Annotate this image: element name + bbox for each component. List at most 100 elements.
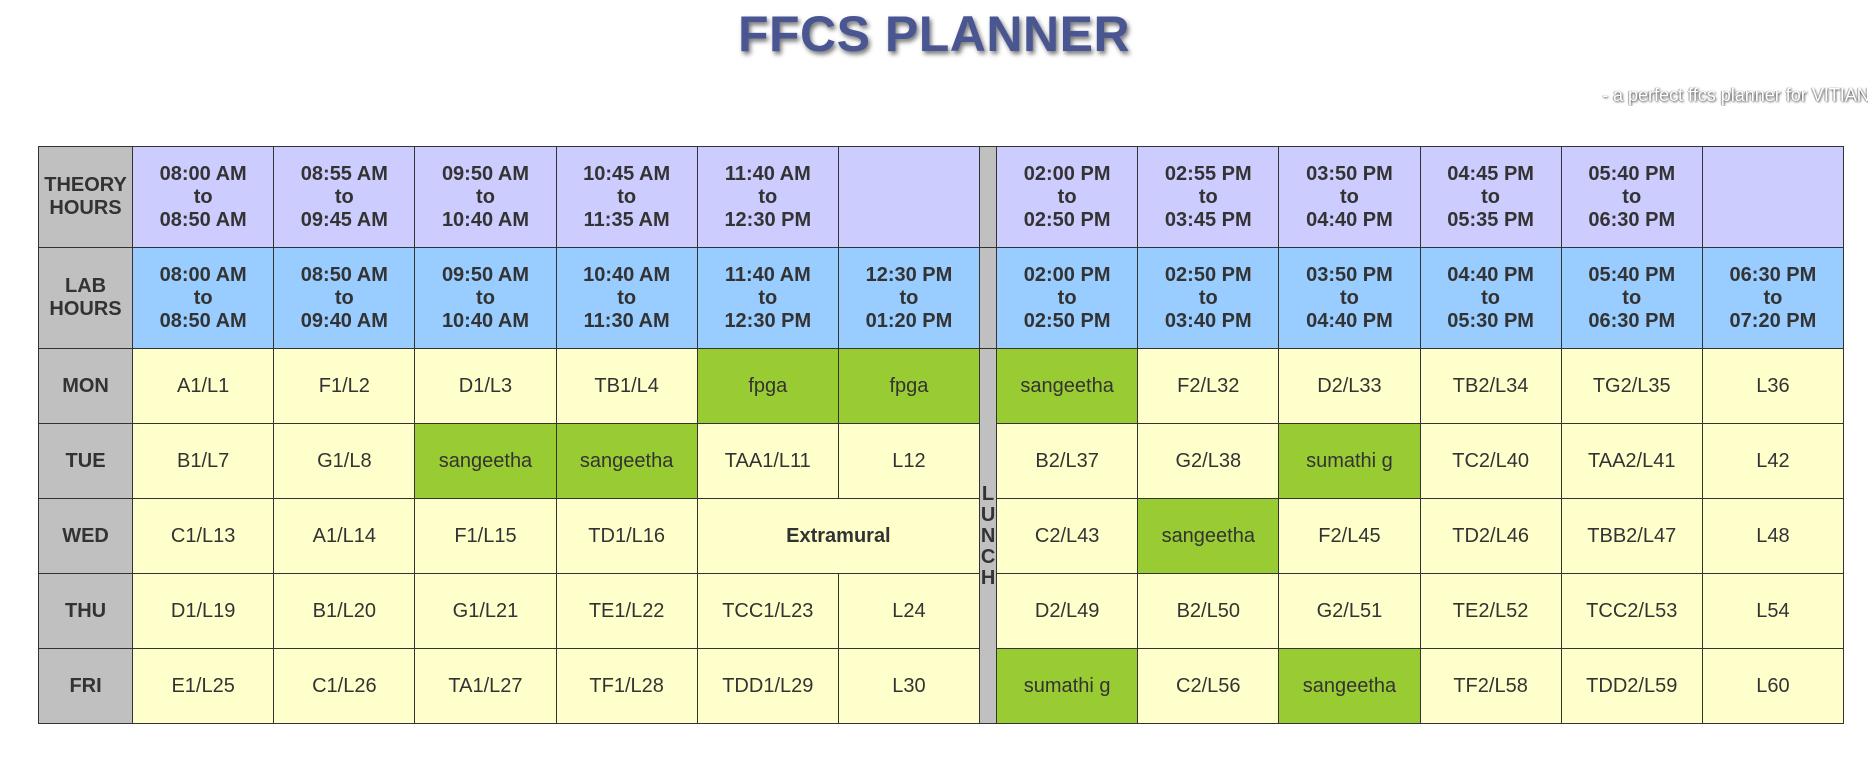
slot-cell[interactable]: C2/L43 xyxy=(996,498,1139,574)
lunch-letter: U xyxy=(980,503,996,526)
slot-cell[interactable]: TF1/L28 xyxy=(555,648,698,724)
day-row-wed: WED C1/L13 A1/L14 F1/L15 TD1/L16 Extramural C2… xyxy=(37,498,1845,574)
slot-cell[interactable]: L60 xyxy=(1701,648,1845,724)
theory-time-cell: 02:55 PM to 03:45 PM xyxy=(1137,146,1280,248)
slot-cell[interactable]: TB1/L4 xyxy=(555,348,698,424)
theory-time-cell-start: 03:50 PM xyxy=(1306,162,1393,185)
slot-cell[interactable]: TBB2/L47 xyxy=(1560,498,1703,574)
slot-cell[interactable]: C1/L26 xyxy=(273,648,416,724)
theory-time-cell-start: 02:00 PM xyxy=(1023,162,1111,185)
lab-time-cell-to: to xyxy=(1763,286,1783,309)
slot-cell[interactable]: TE1/L22 xyxy=(555,573,698,649)
slot-cell[interactable]: G1/L21 xyxy=(414,573,557,649)
lab-time-cell-end: 04:40 PM xyxy=(1306,309,1393,332)
slot-cell[interactable]: D2/L49 xyxy=(996,573,1139,649)
slot-cell[interactable]: TF2/L58 xyxy=(1419,648,1562,724)
slot-cell[interactable]: D1/L19 xyxy=(132,573,275,649)
slot-cell[interactable]: TAA1/L11 xyxy=(696,423,839,499)
slot-cell[interactable]: L42 xyxy=(1701,423,1845,499)
theory-time-cell-to: to xyxy=(334,185,354,208)
slot-cell[interactable]: D1/L3 xyxy=(414,348,557,424)
theory-time-cell-end: 05:35 PM xyxy=(1447,208,1534,231)
selected-slot-cell[interactable]: sangeetha xyxy=(996,348,1139,424)
selected-slot-cell[interactable]: sangeetha xyxy=(1278,648,1421,724)
slot-cell[interactable]: B2/L37 xyxy=(996,423,1139,499)
slot-cell[interactable]: L48 xyxy=(1701,498,1845,574)
lunch-gap xyxy=(979,247,998,349)
slot-cell[interactable]: G2/L38 xyxy=(1137,423,1280,499)
lab-time-cell-end: 12:30 PM xyxy=(724,309,812,332)
theory-time-cell: 08:00 AM to 08:50 AM xyxy=(132,146,275,248)
slot-cell[interactable]: F1/L15 xyxy=(414,498,557,574)
theory-time-cell: 10:45 AM to 11:35 AM xyxy=(555,146,698,248)
slot-cell[interactable]: G2/L51 xyxy=(1278,573,1421,649)
extramural-cell: Extramural xyxy=(696,498,981,574)
lunch-letter: N xyxy=(980,524,996,547)
lab-time-cell-to: to xyxy=(476,286,495,309)
theory-time-cell-to: to xyxy=(476,185,495,208)
theory-time-cell-end: 04:40 PM xyxy=(1306,208,1393,231)
selected-slot-cell[interactable]: sangeetha xyxy=(414,423,557,499)
selected-slot-cell[interactable]: sangeetha xyxy=(555,423,698,499)
slot-cell[interactable]: F2/L45 xyxy=(1278,498,1421,574)
lab-time-cell: 10:40 AM to 11:30 AM xyxy=(555,247,698,349)
slot-cell[interactable]: TDD2/L59 xyxy=(1560,648,1703,724)
slot-cell[interactable]: L12 xyxy=(837,423,981,499)
slot-cell[interactable]: F1/L2 xyxy=(273,348,416,424)
lab-time-cell-start: 12:30 PM xyxy=(865,263,953,286)
slot-cell[interactable]: C2/L56 xyxy=(1137,648,1280,724)
slot-cell[interactable]: TD1/L16 xyxy=(555,498,698,574)
slot-cell[interactable]: F2/L32 xyxy=(1137,348,1280,424)
lab-time-cell-end: 10:40 AM xyxy=(441,309,530,332)
slot-cell[interactable]: D2/L33 xyxy=(1278,348,1421,424)
slot-cell[interactable]: L24 xyxy=(837,573,981,649)
slot-cell[interactable]: TD2/L46 xyxy=(1419,498,1562,574)
theory-time-cell-start: 04:45 PM xyxy=(1447,162,1534,185)
slot-cell[interactable]: TAA2/L41 xyxy=(1560,423,1703,499)
slot-cell[interactable]: G1/L8 xyxy=(273,423,416,499)
timetable: THEORY HOURS 08:00 AM to 08:50 AM 08:55 AM to 0… xyxy=(37,146,1845,724)
slot-cell[interactable]: C1/L13 xyxy=(132,498,275,574)
selected-slot-cell[interactable]: sangeetha xyxy=(1137,498,1280,574)
slot-cell[interactable]: TCC1/L23 xyxy=(696,573,839,649)
slot-cell[interactable]: B1/L7 xyxy=(132,423,275,499)
page-subtitle: - a perfect ffcs planner for VITIAN xyxy=(1602,85,1868,105)
day-label: TUE xyxy=(37,423,134,499)
selected-slot-cell[interactable]: fpga xyxy=(837,348,981,424)
lab-time-cell-start: 08:00 AM xyxy=(159,263,247,286)
lab-time-cell-end: 07:20 PM xyxy=(1729,309,1817,332)
theory-time-cell-start: 08:55 AM xyxy=(300,162,388,185)
lab-hours-label: LAB HOURS xyxy=(37,247,134,349)
slot-cell[interactable]: L30 xyxy=(837,648,981,724)
selected-slot-cell[interactable]: sumathi g xyxy=(996,648,1139,724)
slot-cell[interactable]: B2/L50 xyxy=(1137,573,1280,649)
slot-cell[interactable]: TCC2/L53 xyxy=(1560,573,1703,649)
lab-time-cell-to: to xyxy=(1198,286,1218,309)
theory-time-cell: 09:50 AM to 10:40 AM xyxy=(414,146,557,248)
lab-time-cell: 02:50 PM to 03:40 PM xyxy=(1137,247,1280,349)
day-row-tue: TUE B1/L7 G1/L8 sangeetha sangeetha TAA1/L11 L… xyxy=(37,423,1845,499)
lunch-divider: LUNCH xyxy=(979,348,998,724)
day-row-mon: MON A1/L1 F1/L2 D1/L3 TB1/L4 fpga fpga L U N C Hsan… xyxy=(37,348,1845,724)
lab-time-cell-start: 03:50 PM xyxy=(1306,263,1393,286)
lab-time-cell: 05:40 PM to 06:30 PM xyxy=(1560,247,1703,349)
slot-cell[interactable]: E1/L25 xyxy=(132,648,275,724)
slot-cell[interactable]: TG2/L35 xyxy=(1560,348,1703,424)
slot-cell[interactable]: A1/L14 xyxy=(273,498,416,574)
selected-slot-cell[interactable]: sumathi g xyxy=(1278,423,1421,499)
slot-cell[interactable]: A1/L1 xyxy=(132,348,275,424)
slot-cell[interactable]: TB2/L34 xyxy=(1419,348,1562,424)
slot-cell[interactable]: TC2/L40 xyxy=(1419,423,1562,499)
day-label: MON xyxy=(37,348,134,424)
theory-time-cell-end: 09:45 AM xyxy=(300,208,388,231)
slot-cell[interactable]: TA1/L27 xyxy=(414,648,557,724)
lab-time-cell: 12:30 PM to 01:20 PM xyxy=(837,247,981,349)
lunch-gap xyxy=(979,146,998,248)
slot-cell[interactable]: L36 xyxy=(1701,348,1845,424)
slot-cell[interactable]: TE2/L52 xyxy=(1419,573,1562,649)
slot-cell[interactable]: TDD1/L29 xyxy=(696,648,839,724)
slot-cell[interactable]: B1/L20 xyxy=(273,573,416,649)
selected-slot-cell[interactable]: fpga xyxy=(696,348,839,424)
lab-time-cell-start: 02:50 PM xyxy=(1164,263,1252,286)
slot-cell[interactable]: L54 xyxy=(1701,573,1845,649)
